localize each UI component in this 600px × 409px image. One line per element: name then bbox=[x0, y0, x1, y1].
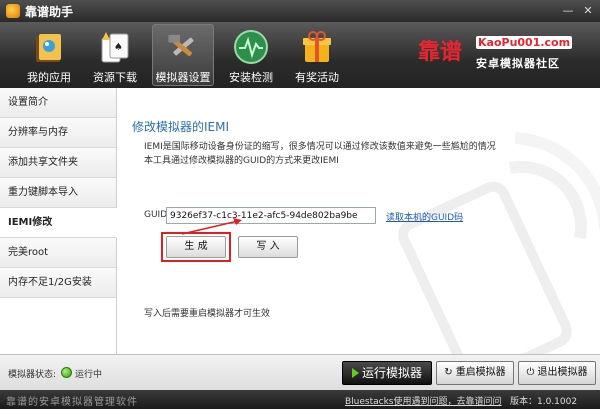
close-button[interactable]: ✕ bbox=[580, 3, 596, 18]
restart-emulator-label: 重启模拟器 bbox=[455, 367, 506, 378]
brand-logo: 靠谱 KaoPu001.com 安卓模拟器社区 bbox=[418, 30, 573, 76]
book-icon bbox=[36, 34, 61, 62]
write-button[interactable]: 写 入 bbox=[238, 236, 298, 258]
toolbar-rewards[interactable]: 有奖活动 bbox=[286, 24, 348, 86]
sidebar-item-root[interactable]: 完美root bbox=[0, 238, 116, 268]
run-emulator-button[interactable]: 运行模拟器 bbox=[342, 361, 432, 385]
sidebar-item-intro[interactable]: 设置简介 bbox=[0, 88, 116, 118]
settings-sidebar: 设置简介 分辨率与内存 添加共享文件夹 重力键脚本导入 IEMI修改 完美roo… bbox=[0, 88, 117, 354]
sidebar-item-gravity-script[interactable]: 重力键脚本导入 bbox=[0, 178, 116, 208]
window-controls: — ✕ bbox=[560, 3, 596, 18]
toolbar-label: 模拟器设置 bbox=[155, 71, 211, 84]
sidebar-item-iemi[interactable]: IEMI修改 bbox=[0, 208, 117, 238]
sidebar-item-shared-folder[interactable]: 添加共享文件夹 bbox=[0, 148, 116, 178]
read-guid-link[interactable]: 读取本机的GUID码 bbox=[386, 210, 463, 223]
title-bar: 靠谱助手 — ✕ bbox=[0, 0, 600, 22]
sidebar-item-resolution-memory[interactable]: 分辨率与内存 bbox=[0, 118, 116, 148]
monitor-icon bbox=[234, 30, 268, 64]
play-icon bbox=[351, 368, 359, 378]
footer: 靠谱的安卓模拟器管理软件 Bluestacks使用遇到问题，去靠谱问问 版本：1… bbox=[0, 390, 600, 409]
status-value: 运行中 bbox=[75, 370, 103, 380]
toolbar-label: 我的应用 bbox=[27, 71, 71, 84]
generate-button[interactable]: 生 成 bbox=[166, 236, 226, 258]
page-title: 修改模拟器的IEMI bbox=[132, 120, 230, 134]
toolbar-label: 安装检测 bbox=[229, 71, 273, 84]
toolbar-emulator-settings[interactable]: 模拟器设置 bbox=[152, 24, 214, 86]
toolbar-downloads[interactable]: ♠ 资源下载 bbox=[84, 24, 146, 86]
brand-url: KaoPu001.com bbox=[476, 36, 573, 49]
restart-emulator-button[interactable]: ↻ 重启模拟器 bbox=[436, 361, 514, 385]
cards-icon: ♠ bbox=[101, 32, 129, 63]
run-emulator-label: 运行模拟器 bbox=[361, 366, 422, 380]
exit-emulator-label: 退出模拟器 bbox=[537, 367, 588, 378]
exit-emulator-button[interactable]: ⏻ 退出模拟器 bbox=[518, 361, 596, 385]
minimize-button[interactable]: — bbox=[560, 3, 576, 18]
svg-text:♠: ♠ bbox=[114, 42, 123, 53]
version-label: 版本：1.0.1002 bbox=[510, 397, 578, 407]
footer-help-link[interactable]: Bluestacks使用遇到问题，去靠谱问问 bbox=[345, 394, 502, 407]
sidebar-item-low-memory[interactable]: 内存不足1/2G安装 bbox=[0, 268, 116, 298]
power-icon: ⏻ bbox=[526, 367, 535, 378]
restart-icon: ↻ bbox=[444, 367, 453, 378]
main-toolbar: 我的应用 ♠ 资源下载 模拟器设置 安装检测 有奖活动 靠谱 KaoPu001.… bbox=[0, 22, 600, 88]
gift-icon bbox=[303, 31, 331, 62]
description-line: IEMI是国际移动设备身份证的缩写，很多情况可以通过修改该数值来避免一些尴尬的情… bbox=[144, 142, 496, 152]
toolbar-my-apps[interactable]: 我的应用 bbox=[18, 24, 80, 86]
brand-subtitle: 安卓模拟器社区 bbox=[476, 57, 560, 70]
status-indicator-icon bbox=[61, 367, 72, 378]
window-title: 靠谱助手 bbox=[25, 4, 74, 19]
status-bar: 模拟器状态: 运行中 运行模拟器 ↻ 重启模拟器 ⏻ 退出模拟器 bbox=[0, 354, 600, 390]
footer-slogan: 靠谱的安卓模拟器管理软件 bbox=[6, 397, 138, 408]
main-panel: 修改模拟器的IEMI IEMI是国际移动设备身份证的缩写，很多情况可以通过修改该… bbox=[118, 88, 600, 354]
toolbar-label: 资源下载 bbox=[93, 71, 137, 84]
brand-name: 靠谱 bbox=[418, 39, 463, 65]
app-logo-icon bbox=[6, 4, 20, 18]
toolbar-install-check[interactable]: 安装检测 bbox=[220, 24, 282, 86]
status-label: 模拟器状态: bbox=[8, 370, 57, 380]
description: IEMI是国际移动设备身份证的缩写，很多情况可以通过修改该数值来避免一些尴尬的情… bbox=[144, 140, 554, 168]
description-line: 本工具通过修改模拟器的GUID的方式来更改IEMI bbox=[144, 156, 339, 166]
restart-note: 写入后需要重启模拟器才可生效 bbox=[144, 309, 271, 319]
toolbar-label: 有奖活动 bbox=[295, 71, 339, 84]
tools-icon bbox=[168, 34, 194, 57]
